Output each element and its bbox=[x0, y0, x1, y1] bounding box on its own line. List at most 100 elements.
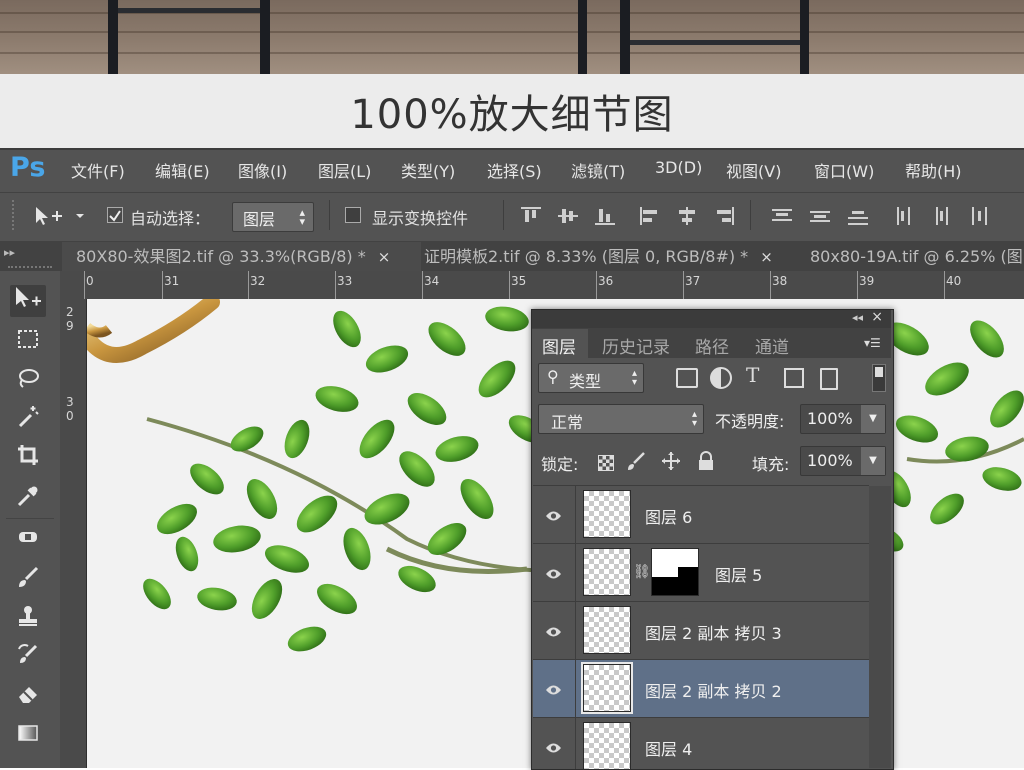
fill-field[interactable]: 100% ▼ bbox=[800, 446, 886, 476]
menu-file[interactable]: 文件(F) bbox=[71, 158, 125, 182]
layer-row[interactable]: 图层 6 bbox=[533, 485, 869, 543]
close-panel-icon[interactable]: × bbox=[871, 309, 883, 325]
menu-filter[interactable]: 滤镜(T) bbox=[571, 158, 625, 182]
healing-brush-icon[interactable] bbox=[10, 525, 46, 557]
detail-caption-banner: 100%放大细节图 bbox=[0, 74, 1024, 148]
lasso-tool-icon[interactable] bbox=[10, 366, 46, 398]
align-top-icon[interactable] bbox=[521, 207, 541, 225]
crop-tool-icon[interactable] bbox=[10, 443, 46, 475]
menu-edit[interactable]: 编辑(E) bbox=[155, 158, 210, 182]
tab-document-3[interactable]: 80x80-19A.tif @ 6.25% (图 bbox=[796, 242, 1024, 271]
shape-filter-icon[interactable] bbox=[784, 368, 804, 388]
panel-header: ◂◂ × bbox=[532, 309, 891, 328]
align-right-icon[interactable] bbox=[714, 207, 734, 225]
layer-name: 图层 2 副本 拷贝 2 bbox=[645, 682, 782, 701]
layer-thumbnail bbox=[581, 662, 633, 714]
layer-name: 图层 6 bbox=[645, 508, 693, 527]
tab-history[interactable]: 历史记录 bbox=[602, 333, 670, 358]
eyedropper-icon[interactable] bbox=[10, 484, 46, 516]
eraser-icon[interactable] bbox=[10, 682, 46, 714]
distribute-vcenter-icon[interactable] bbox=[810, 207, 830, 225]
type-filter-icon[interactable]: T bbox=[746, 363, 759, 387]
menu-help[interactable]: 帮助(H) bbox=[905, 158, 962, 182]
ruler-label: 32 bbox=[250, 274, 266, 288]
eye-icon[interactable] bbox=[545, 681, 562, 695]
ruler-label: 37 bbox=[685, 274, 701, 288]
tab-document-2[interactable]: 证明模板2.tif @ 8.33% (图层 0, RGB/8#) * × bbox=[410, 242, 804, 271]
auto-select-target-dropdown[interactable]: 图层 ▴ ▾ bbox=[232, 202, 314, 232]
menu-view[interactable]: 视图(V) bbox=[726, 158, 781, 182]
tab-paths[interactable]: 路径 bbox=[695, 333, 729, 358]
pixel-filter-icon[interactable] bbox=[676, 368, 698, 388]
eye-icon[interactable] bbox=[545, 739, 562, 753]
ruler-label: 0 bbox=[86, 274, 94, 288]
lock-transparency-icon[interactable] bbox=[598, 455, 614, 471]
layer-filter-dropdown[interactable]: ⚲ 类型 ▴ ▾ bbox=[538, 363, 644, 393]
align-left-icon[interactable] bbox=[640, 207, 660, 225]
ruler-label: 34 bbox=[424, 274, 440, 288]
distribute-hcenter-icon[interactable] bbox=[932, 207, 952, 225]
collapse-panels-icon[interactable]: ▸▸ bbox=[4, 246, 15, 259]
distribute-top-icon[interactable] bbox=[772, 207, 792, 225]
magic-wand-icon[interactable] bbox=[10, 404, 46, 436]
tab-channels[interactable]: 通道 bbox=[755, 333, 789, 358]
move-tool-preset-icon[interactable] bbox=[32, 204, 86, 228]
collapse-panel-icon[interactable]: ◂◂ bbox=[852, 311, 863, 324]
caption-text: 100%放大细节图 bbox=[350, 92, 674, 138]
menu-window[interactable]: 窗口(W) bbox=[814, 158, 874, 182]
menu-3d[interactable]: 3D(D) bbox=[655, 158, 702, 177]
distribute-bottom-icon[interactable] bbox=[848, 207, 868, 225]
menu-type[interactable]: 类型(Y) bbox=[401, 158, 455, 182]
history-brush-icon[interactable] bbox=[10, 643, 46, 675]
layer-row[interactable]: ⛓ 图层 5 bbox=[533, 543, 869, 601]
clone-stamp-icon[interactable] bbox=[10, 604, 46, 636]
lock-position-icon[interactable] bbox=[661, 451, 681, 475]
show-transform-checkbox[interactable] bbox=[345, 207, 361, 223]
layer-row[interactable]: 图层 4 bbox=[533, 717, 869, 770]
adjustment-filter-icon[interactable] bbox=[710, 367, 732, 389]
layers-scrollbar[interactable] bbox=[869, 486, 891, 768]
layer-thumbnail bbox=[583, 722, 631, 770]
distribute-left-icon[interactable] bbox=[895, 207, 915, 225]
layer-row-selected[interactable]: 图层 2 副本 拷贝 2 bbox=[533, 659, 869, 717]
photoshop-logo: Ps bbox=[10, 152, 46, 183]
tab-layers[interactable]: 图层 bbox=[532, 329, 588, 358]
link-chain-icon[interactable]: ⛓ bbox=[633, 564, 651, 580]
auto-select-checkbox[interactable] bbox=[107, 207, 123, 223]
ruler-label: 3 bbox=[66, 395, 74, 409]
brush-tool-icon[interactable] bbox=[10, 565, 46, 597]
lock-image-icon[interactable] bbox=[626, 451, 646, 475]
filter-toggle[interactable] bbox=[872, 364, 886, 392]
align-vcenter-icon[interactable] bbox=[558, 207, 578, 225]
updown-arrows-icon: ▴ ▾ bbox=[299, 206, 305, 228]
align-hcenter-icon[interactable] bbox=[677, 207, 697, 225]
distribute-right-icon[interactable] bbox=[969, 207, 989, 225]
layer-name: 图层 2 副本 拷贝 3 bbox=[645, 624, 782, 643]
blend-mode-dropdown[interactable]: 正常 ▴ ▾ bbox=[538, 404, 704, 434]
chevron-down-icon[interactable]: ▼ bbox=[861, 405, 885, 433]
eye-icon[interactable] bbox=[545, 565, 562, 579]
blend-mode-value: 正常 bbox=[551, 413, 584, 432]
move-tool-icon[interactable] bbox=[10, 285, 46, 317]
layer-name: 图层 4 bbox=[645, 740, 693, 759]
opacity-field[interactable]: 100% ▼ bbox=[800, 404, 886, 434]
menu-select[interactable]: 选择(S) bbox=[487, 158, 542, 182]
menu-image[interactable]: 图像(I) bbox=[238, 158, 287, 182]
layer-row[interactable]: 图层 2 副本 拷贝 3 bbox=[533, 601, 869, 659]
chevron-down-icon[interactable]: ▼ bbox=[861, 447, 885, 475]
layer-mask-thumbnail[interactable] bbox=[651, 548, 699, 596]
menu-layer[interactable]: 图层(L) bbox=[318, 158, 371, 182]
tab-document-1[interactable]: 80X80-效果图2.tif @ 33.3%(RGB/8) * × bbox=[62, 242, 421, 271]
align-bottom-icon[interactable] bbox=[595, 207, 615, 225]
eye-icon[interactable] bbox=[545, 623, 562, 637]
eye-icon[interactable] bbox=[545, 507, 562, 521]
lock-all-icon[interactable] bbox=[697, 451, 715, 475]
smart-object-filter-icon[interactable] bbox=[820, 368, 838, 390]
close-icon[interactable]: × bbox=[378, 248, 391, 266]
tools-grip bbox=[8, 266, 52, 272]
marquee-tool-icon[interactable] bbox=[10, 326, 46, 358]
gradient-icon[interactable] bbox=[10, 721, 46, 753]
fill-label: 填充: bbox=[752, 455, 790, 474]
close-icon[interactable]: × bbox=[760, 248, 773, 266]
panel-menu-icon[interactable]: ▾☰ bbox=[864, 336, 881, 350]
